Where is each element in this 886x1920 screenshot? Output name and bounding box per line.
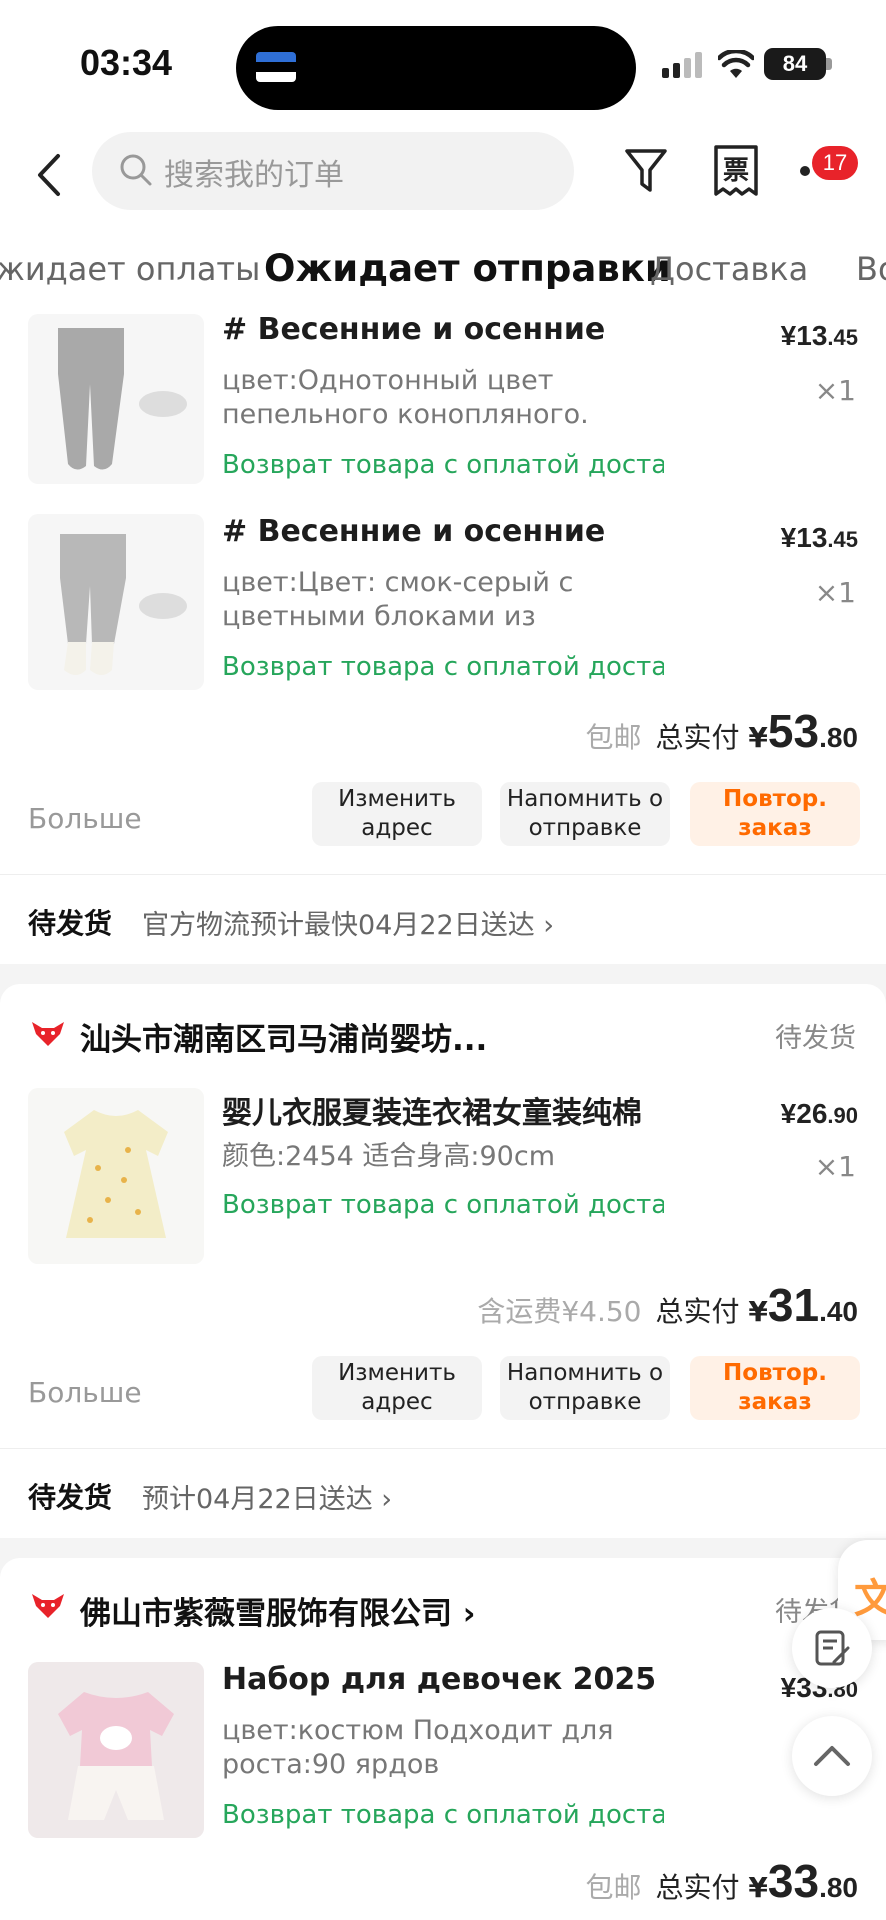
more-button[interactable]: Больше (28, 802, 142, 835)
remind-shipment-button[interactable]: Напомнить о отправке (500, 782, 670, 846)
product-spec: цвет:Цвет: смок-серый с цветными блоками… (222, 567, 574, 632)
total-label: 总实付 (655, 721, 740, 754)
tab-awaiting-payment[interactable]: жидает оплаты (0, 250, 260, 288)
product-title[interactable]: 婴儿衣服夏装连衣裙女童装纯棉 (222, 1088, 642, 1132)
status-time: 03:34 (80, 42, 173, 83)
change-address-button[interactable]: Изменить адрес (312, 1356, 482, 1420)
total-label: 总实付 (655, 1295, 740, 1328)
order-status-label: 待发货 (28, 1481, 113, 1514)
back-arrow-icon[interactable] (30, 150, 70, 200)
product-spec: цвет:костюм Подходит для роста:90 ярдов (222, 1715, 614, 1780)
chevron-up-icon (814, 1746, 850, 1766)
total-label: 总实付 (655, 1871, 740, 1904)
product-image-baby-dress[interactable] (28, 1088, 204, 1264)
cellular-signal-icon (662, 52, 702, 78)
product-price: ¥13.45 (780, 522, 858, 553)
shop-name[interactable]: 汕头市潮南区司马浦尚婴坊... (80, 1014, 487, 1059)
estonia-flag-icon (256, 52, 296, 82)
product-spec: 颜色:2454 适合身高:90cm (222, 1141, 555, 1172)
shipping-label: 包邮 (585, 721, 642, 754)
return-shipping-note: Возврат товара с оплатой достав (222, 450, 664, 480)
product-quantity: ×1 (814, 576, 856, 609)
order-total: 包邮 总实付 ¥53.80 (585, 705, 858, 757)
tab-awaiting-shipment[interactable]: Ожидает отправки (264, 247, 671, 290)
change-address-button[interactable]: Изменить адрес (312, 782, 482, 846)
product-image-tights-gray[interactable] (28, 314, 204, 484)
product-title[interactable]: Набор для девочек 2025 (222, 1662, 656, 1697)
product-price: ¥13.45 (780, 320, 858, 351)
product-title[interactable]: # Весенние и осенние (222, 312, 605, 347)
invoice-label: 票 (722, 156, 749, 186)
remind-shipment-button[interactable]: Напомнить о отправке (500, 1356, 670, 1420)
shop-bull-logo-icon (32, 1594, 64, 1618)
tab-received[interactable]: Во (856, 250, 886, 288)
return-shipping-note: Возврат товара с оплатой достав (222, 1800, 664, 1830)
battery-tip (826, 58, 832, 70)
divider (0, 1448, 886, 1449)
search-icon (120, 154, 152, 186)
return-shipping-note: Возврат товара с оплатой достав (222, 1190, 664, 1220)
return-shipping-note: Возврат товара с оплатой достав (222, 652, 664, 682)
battery-indicator: 84 (764, 48, 826, 80)
delivery-estimate-link[interactable]: 预计04月22日送达 › (142, 1477, 392, 1516)
shop-name[interactable]: 佛山市紫薇雪服饰有限公司 › (80, 1588, 476, 1633)
dynamic-island (236, 26, 636, 110)
order-status-label: 待发货 (28, 907, 113, 940)
edit-note-icon (815, 1630, 850, 1666)
shipping-fee-label: 含运费¥4.50 (477, 1295, 642, 1328)
order-status: 待发货 (775, 1023, 856, 1054)
delivery-estimate-link[interactable]: 官方物流预计最快04月22日送达 › (142, 903, 554, 942)
filter-icon[interactable] (624, 146, 668, 196)
product-price: ¥26.90 (780, 1098, 858, 1129)
order-total: 包邮 总实付 ¥33.80 (585, 1855, 858, 1907)
divider (0, 874, 886, 875)
tab-delivery[interactable]: Доставка (650, 250, 808, 288)
order-total: 含运费¥4.50 总实付 ¥31.40 (477, 1279, 858, 1331)
wifi-icon (718, 50, 754, 78)
product-quantity: ×1 (814, 374, 856, 407)
product-spec: цвет:Однотонный цвет пепельного коноплян… (222, 365, 589, 430)
scroll-to-top-button[interactable] (792, 1716, 872, 1796)
product-image-girls-set[interactable] (28, 1662, 204, 1838)
product-image-tights-smoke[interactable] (28, 514, 204, 690)
search-placeholder: 搜索我的订单 (164, 158, 344, 193)
more-button[interactable]: Больше (28, 1376, 142, 1409)
shipping-label: 包邮 (585, 1871, 642, 1904)
translate-label: 文 (854, 1576, 886, 1622)
product-title[interactable]: # Весенние и осенние (222, 514, 605, 549)
feedback-floating-button[interactable] (792, 1608, 872, 1688)
product-quantity: ×1 (814, 1150, 856, 1183)
shop-bull-logo-icon (32, 1022, 64, 1046)
message-menu-icon[interactable] (800, 166, 810, 176)
reorder-button[interactable]: Повтор. заказ (690, 1356, 860, 1420)
reorder-button[interactable]: Повтор. заказ (690, 782, 860, 846)
notification-badge: 17 (812, 146, 858, 180)
